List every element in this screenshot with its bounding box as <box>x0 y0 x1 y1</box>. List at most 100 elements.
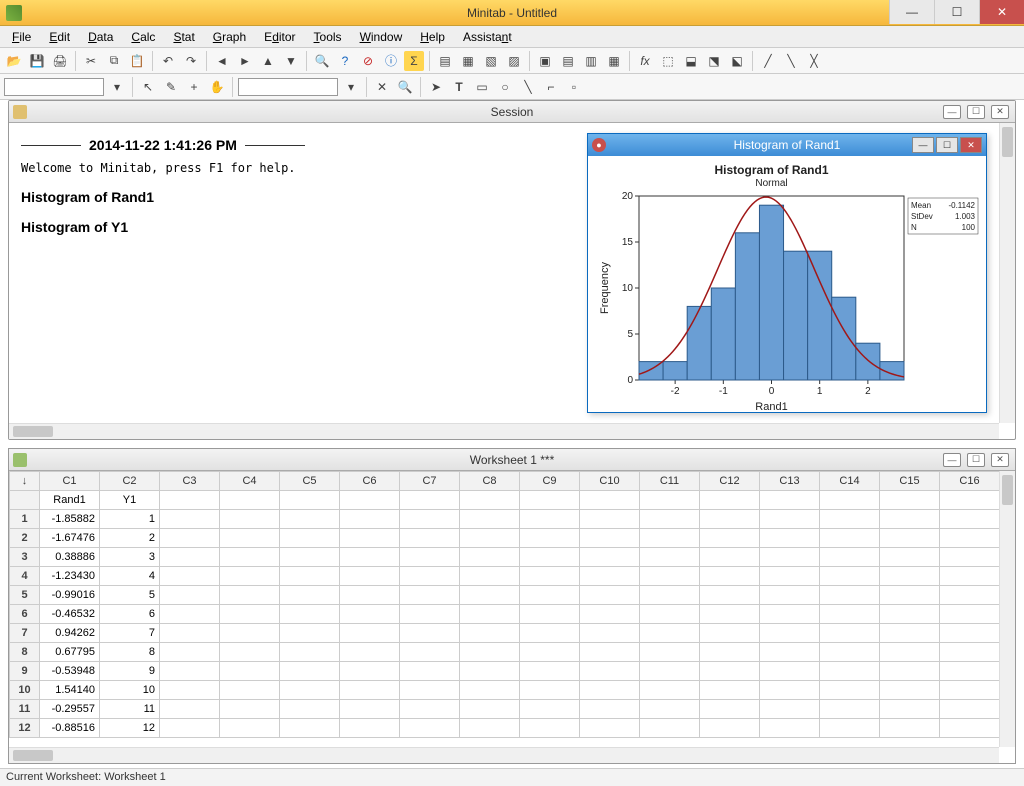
col-header[interactable]: C6 <box>340 472 400 491</box>
cell[interactable] <box>640 605 700 624</box>
cell[interactable] <box>880 548 940 567</box>
cell[interactable] <box>400 719 460 738</box>
cell[interactable] <box>280 624 340 643</box>
cell[interactable]: 2 <box>100 529 160 548</box>
cut-icon[interactable]: ✂ <box>81 51 101 71</box>
circle-icon[interactable]: ○ <box>495 77 515 97</box>
cell[interactable] <box>400 548 460 567</box>
brush-b-icon[interactable]: ╲ <box>781 51 801 71</box>
col-name-cell[interactable] <box>340 491 400 510</box>
cell[interactable] <box>820 643 880 662</box>
col-header[interactable]: C10 <box>580 472 640 491</box>
close-button[interactable]: ✕ <box>979 0 1024 24</box>
cell[interactable] <box>580 529 640 548</box>
chart-min-button[interactable]: — <box>912 137 934 153</box>
cell[interactable] <box>520 681 580 700</box>
col-header[interactable]: C12 <box>700 472 760 491</box>
cell[interactable] <box>700 567 760 586</box>
cell[interactable] <box>460 529 520 548</box>
print-icon[interactable]: 🖨 <box>50 51 70 71</box>
info-icon[interactable]: ⓘ <box>381 51 401 71</box>
cell[interactable] <box>160 586 220 605</box>
cell[interactable] <box>940 662 1000 681</box>
session-titlebar[interactable]: Session — ☐ ✕ <box>9 101 1015 123</box>
cell[interactable]: 0.67795 <box>40 643 100 662</box>
col-header[interactable]: C2 <box>100 472 160 491</box>
cell[interactable] <box>880 719 940 738</box>
marker-icon[interactable]: ▫ <box>564 77 584 97</box>
cell[interactable] <box>160 700 220 719</box>
cell[interactable]: -0.46532 <box>40 605 100 624</box>
cell[interactable] <box>280 681 340 700</box>
stat-d-icon[interactable]: ⬕ <box>727 51 747 71</box>
cell[interactable] <box>700 662 760 681</box>
cell[interactable] <box>580 605 640 624</box>
tool-a-icon[interactable]: ▣ <box>535 51 555 71</box>
cell[interactable] <box>460 719 520 738</box>
cell[interactable] <box>160 624 220 643</box>
menu-data[interactable]: Data <box>80 28 121 46</box>
cell[interactable] <box>880 605 940 624</box>
cell[interactable] <box>220 586 280 605</box>
ws-max-button[interactable]: ☐ <box>967 453 985 467</box>
cell[interactable]: 0.94262 <box>40 624 100 643</box>
cell[interactable] <box>760 605 820 624</box>
cell[interactable] <box>820 700 880 719</box>
worksheet-body[interactable]: ↓C1C2C3C4C5C6C7C8C9C10C11C12C13C14C15C16… <box>9 471 999 747</box>
cell[interactable] <box>580 719 640 738</box>
sigma-icon[interactable]: Σ <box>404 51 424 71</box>
chart-titlebar[interactable]: ● Histogram of Rand1 — ☐ ✕ <box>588 134 986 156</box>
ws-close-button[interactable]: ✕ <box>991 453 1009 467</box>
nav-up-icon[interactable]: ▲ <box>258 51 278 71</box>
cell[interactable] <box>520 662 580 681</box>
cell[interactable]: 4 <box>100 567 160 586</box>
text-icon[interactable]: T <box>449 77 469 97</box>
cell[interactable]: 6 <box>100 605 160 624</box>
cell[interactable] <box>940 567 1000 586</box>
cell[interactable] <box>760 529 820 548</box>
cell[interactable] <box>760 586 820 605</box>
combo-2[interactable] <box>238 78 338 96</box>
cell[interactable] <box>460 681 520 700</box>
dropdown-1-icon[interactable]: ▾ <box>107 77 127 97</box>
col-name-cell[interactable]: Rand1 <box>40 491 100 510</box>
nav-next-icon[interactable]: ► <box>235 51 255 71</box>
cell[interactable] <box>700 643 760 662</box>
brush-a-icon[interactable]: ╱ <box>758 51 778 71</box>
menu-editor[interactable]: Editor <box>256 28 303 46</box>
menu-help[interactable]: Help <box>412 28 453 46</box>
cell[interactable] <box>400 605 460 624</box>
cell[interactable] <box>340 681 400 700</box>
cell[interactable] <box>340 567 400 586</box>
zoom-icon[interactable]: 🔍 <box>395 77 415 97</box>
cell[interactable] <box>340 529 400 548</box>
col-header[interactable]: C11 <box>640 472 700 491</box>
cell[interactable] <box>460 605 520 624</box>
cell[interactable] <box>820 586 880 605</box>
cell[interactable] <box>220 548 280 567</box>
cell[interactable] <box>580 662 640 681</box>
col-name-cell[interactable]: Y1 <box>100 491 160 510</box>
cell[interactable] <box>700 700 760 719</box>
stat-a-icon[interactable]: ⬚ <box>658 51 678 71</box>
col-name-cell[interactable] <box>460 491 520 510</box>
cell[interactable]: 9 <box>100 662 160 681</box>
cell[interactable] <box>280 567 340 586</box>
menu-edit[interactable]: Edit <box>41 28 78 46</box>
project-icon[interactable]: ▨ <box>504 51 524 71</box>
cell[interactable]: 12 <box>100 719 160 738</box>
cell[interactable] <box>580 624 640 643</box>
cell[interactable] <box>700 681 760 700</box>
col-name-cell[interactable] <box>400 491 460 510</box>
cell[interactable] <box>940 510 1000 529</box>
cell[interactable] <box>940 681 1000 700</box>
fx-icon[interactable]: fx <box>635 51 655 71</box>
stat-b-icon[interactable]: ⬓ <box>681 51 701 71</box>
cell[interactable] <box>400 700 460 719</box>
cell[interactable] <box>160 643 220 662</box>
cell[interactable] <box>460 548 520 567</box>
cell[interactable] <box>760 700 820 719</box>
maximize-button[interactable]: ☐ <box>934 0 979 24</box>
cell[interactable] <box>940 624 1000 643</box>
col-header[interactable]: C3 <box>160 472 220 491</box>
